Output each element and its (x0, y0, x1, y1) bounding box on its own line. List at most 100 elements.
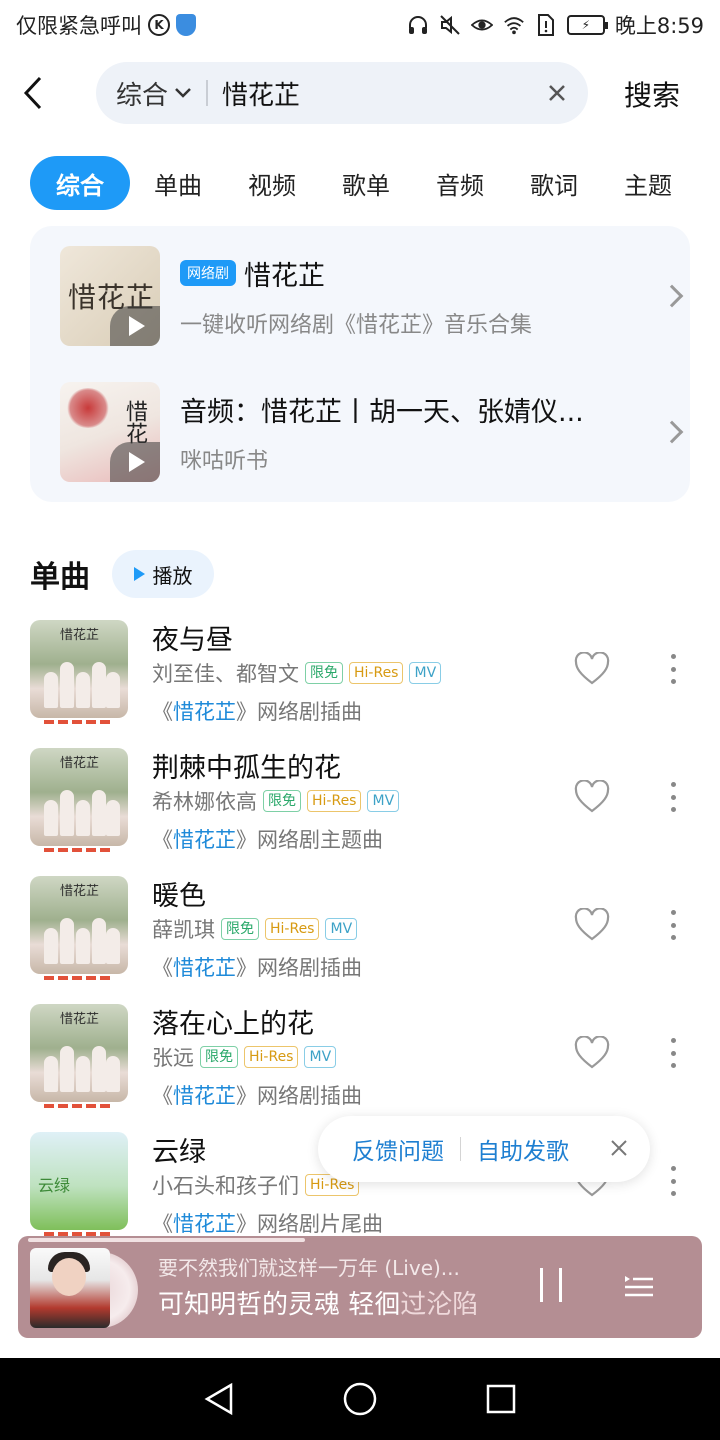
song-artist: 希林娜依高 (152, 790, 257, 814)
sim-alert-icon (535, 14, 557, 36)
cover-figure (60, 1046, 74, 1092)
eye-icon (470, 14, 493, 36)
clock: 晚上8:59 (614, 14, 704, 38)
free-badge: 限免 (221, 918, 259, 940)
heart-icon[interactable] (574, 1035, 610, 1070)
top-result-audiobook[interactable]: 惜花 音频：惜花芷丨胡一天、张婧仪... 咪咕听书 (60, 382, 684, 482)
blossom-art (66, 388, 110, 428)
headphone-icon (407, 14, 429, 36)
feedback-pill: 反馈问题 自助发歌 (318, 1116, 650, 1182)
song-artist: 薛凯琪 (152, 918, 215, 942)
album-suffix: 》网络剧主题曲 (236, 828, 383, 852)
play-all-button[interactable]: 播放 (112, 550, 214, 598)
k-badge-icon: K (148, 14, 170, 36)
album-link[interactable]: 惜花芷 (173, 956, 236, 980)
more-icon[interactable] (670, 1038, 676, 1068)
song-album: 《惜花芷》网络剧插曲 (152, 952, 362, 982)
album-suffix: 》网络剧片尾曲 (236, 1212, 383, 1236)
song-artist: 小石头和孩子们 (152, 1174, 299, 1198)
song-title: 暖色 (152, 881, 206, 912)
free-badge: 限免 (263, 790, 301, 812)
back-button[interactable] (18, 76, 50, 110)
now-playing-art[interactable] (30, 1248, 138, 1328)
lyric-upcoming: 过沦陷 (400, 1290, 479, 1320)
tab-lyrics[interactable]: 歌词 (530, 156, 578, 210)
more-icon[interactable] (670, 910, 676, 940)
search-header: 综合 惜花芷 搜索 (0, 62, 720, 124)
album-prefix: 《 (152, 828, 173, 852)
tab-all[interactable]: 综合 (30, 156, 130, 210)
tab-videos[interactable]: 视频 (248, 156, 296, 210)
mini-player[interactable]: 要不然我们就这样一万年 (Live)... 可知明哲的灵魂 轻徊过沦陷 (18, 1236, 702, 1338)
search-category-dropdown[interactable]: 综合 (116, 75, 192, 112)
cover-figure (106, 672, 120, 708)
cover-figure (76, 928, 90, 964)
feedback-divider (460, 1137, 461, 1161)
cover-figure (76, 672, 90, 708)
search-input[interactable]: 惜花芷 (222, 75, 546, 112)
heart-icon[interactable] (574, 779, 610, 814)
tab-audio[interactable]: 音频 (436, 156, 484, 210)
mute-icon (439, 14, 461, 36)
song-row[interactable]: 惜花芷 暖色薛凯琪 限免 Hi-Res MV 《惜花芷》网络剧插曲 (30, 876, 690, 984)
section-title: 单曲 (30, 560, 90, 595)
cover-title: 惜花芷 (60, 884, 100, 899)
song-cover: 惜花芷 (30, 748, 128, 846)
search-box[interactable]: 综合 惜花芷 (96, 62, 588, 124)
lyric-current: 可知明哲的灵魂 轻徊 (158, 1290, 401, 1320)
close-icon[interactable] (610, 1134, 628, 1164)
more-icon[interactable] (670, 654, 676, 684)
album-link[interactable]: 惜花芷 (173, 1212, 236, 1236)
hires-badge: Hi-Res (265, 918, 320, 940)
song-row[interactable]: 惜花芷 落在心上的花 张远 限免 Hi-Res MV 《惜花芷》网络剧插曲 (30, 1004, 690, 1112)
album-link[interactable]: 惜花芷 (173, 700, 236, 724)
cover-figure (92, 662, 106, 708)
chevron-right-icon (660, 284, 684, 308)
pause-button[interactable] (540, 1268, 562, 1302)
clear-icon[interactable] (546, 82, 568, 104)
search-divider (206, 80, 209, 106)
more-icon[interactable] (670, 1166, 676, 1196)
heart-icon[interactable] (574, 651, 610, 686)
cover-figure (92, 790, 106, 836)
song-title: 落在心上的花 (152, 1009, 314, 1040)
mv-badge: MV (304, 1046, 337, 1068)
cover-title: 云绿 (38, 1176, 71, 1195)
back-nav-icon[interactable] (203, 1382, 235, 1416)
hires-badge: Hi-Res (244, 1046, 299, 1068)
heart-icon[interactable] (574, 907, 610, 942)
mv-badge: MV (367, 790, 400, 812)
cover-calligraphy: 惜花 (122, 400, 147, 444)
album-link[interactable]: 惜花芷 (173, 828, 236, 852)
more-icon[interactable] (670, 782, 676, 812)
recents-nav-icon[interactable] (485, 1383, 517, 1415)
mv-badge: MV (325, 918, 358, 940)
song-title: 夜与昼 (152, 625, 233, 656)
song-row[interactable]: 惜花芷 夜与昼 刘至佳、都智文 限免 Hi-Res MV 《惜花芷》网络剧插曲 (30, 620, 690, 728)
cover-figure (60, 918, 74, 964)
wifi-icon (503, 14, 525, 36)
top-result-drama[interactable]: 惜花芷 网络剧 惜花芷 一键收听网络剧《惜花芷》音乐合集 (60, 246, 684, 346)
cover-figure (106, 1056, 120, 1092)
now-playing-title: 要不然我们就这样一万年 (Live)... (158, 1256, 460, 1280)
tab-topics[interactable]: 主题 (624, 156, 672, 210)
cover-deco-bar (44, 1104, 114, 1108)
album-suffix: 》网络剧插曲 (236, 956, 362, 980)
result-tabs: 综合 单曲 视频 歌单 音频 歌词 主题 (30, 156, 672, 210)
report-issue-button[interactable]: 反馈问题 (352, 1132, 444, 1166)
song-title: 云绿 (152, 1137, 206, 1168)
album-art (30, 1248, 110, 1328)
cover-figure (60, 662, 74, 708)
tab-songs[interactable]: 单曲 (154, 156, 202, 210)
song-row[interactable]: 惜花芷 荆棘中孤生的花 希林娜依高 限免 Hi-Res MV 《惜花芷》网络剧主题曲 (30, 748, 690, 856)
mv-badge: MV (409, 662, 442, 684)
tab-playlists[interactable]: 歌单 (342, 156, 390, 210)
player-progress-bar (28, 1238, 306, 1242)
self-publish-button[interactable]: 自助发歌 (477, 1132, 569, 1166)
cover-figure (92, 918, 106, 964)
carrier-label: 仅限紧急呼叫 (16, 14, 142, 38)
album-link[interactable]: 惜花芷 (173, 1084, 236, 1108)
search-button[interactable]: 搜索 (624, 74, 680, 114)
home-nav-icon[interactable] (342, 1381, 378, 1417)
playlist-icon[interactable] (624, 1270, 654, 1300)
